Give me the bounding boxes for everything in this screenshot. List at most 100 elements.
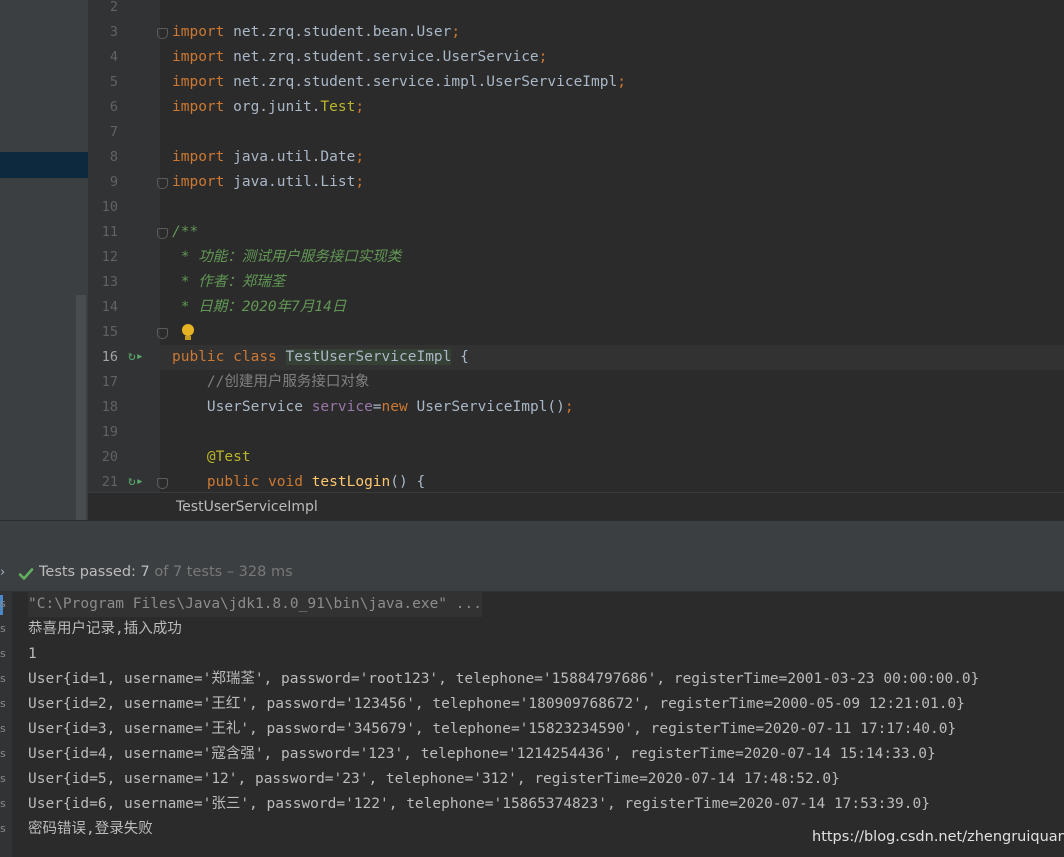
line-number[interactable]: 13 — [88, 270, 118, 295]
code-token: TestUserServiceImpl — [285, 349, 452, 365]
code-token: () { — [390, 474, 426, 490]
console-gutter-mark: s — [0, 597, 6, 610]
fold-icon[interactable] — [157, 228, 168, 239]
code-line[interactable]: public class TestUserServiceImpl { — [172, 345, 469, 370]
console-gutter-mark: s — [0, 772, 6, 785]
check-icon — [18, 568, 34, 580]
console-gutter-mark: s — [0, 647, 6, 660]
chevron-right-icon[interactable]: › — [0, 565, 5, 580]
code-line[interactable]: @Test — [172, 445, 251, 470]
line-number[interactable]: 5 — [88, 70, 118, 95]
breadcrumb-class[interactable]: TestUserServiceImpl — [176, 499, 318, 515]
line-number[interactable]: 9 — [88, 170, 118, 195]
line-number[interactable]: 3 — [88, 20, 118, 45]
console-line: User{id=3, username='王礼', password='3456… — [28, 721, 957, 737]
code-line[interactable]: import net.zrq.student.service.UserServi… — [172, 45, 547, 70]
code-token: import — [172, 24, 225, 40]
run-tool-header — [0, 520, 1064, 561]
code-token: net.zrq.student.bean.User — [224, 24, 452, 40]
code-token: = — [372, 399, 382, 415]
code-token: net.zrq.student.service.UserService — [224, 49, 539, 65]
line-number[interactable]: 18 — [88, 395, 118, 420]
code-line[interactable]: * 功能：测试用户服务接口实现类 — [172, 245, 401, 270]
line-number[interactable]: 14 — [88, 295, 118, 320]
test-status-text: Tests passed: 7 of 7 tests – 328 ms — [39, 564, 293, 580]
console-line: 密码错误,登录失败 — [28, 821, 153, 837]
code-token: org.junit. — [224, 99, 321, 115]
code-token: { — [451, 349, 469, 365]
code-line[interactable]: import java.util.List; — [172, 170, 364, 195]
code-line[interactable]: * 日期：2020年7月14日 — [172, 295, 347, 320]
code-line[interactable]: * 作者：郑瑞荃 — [172, 270, 285, 295]
console-gutter-mark: s — [0, 697, 6, 710]
code-token: * 作者：郑瑞荃 — [172, 274, 286, 290]
code-token: net.zrq.student.service.impl.UserService… — [224, 74, 618, 90]
code-line[interactable]: import net.zrq.student.service.impl.User… — [172, 70, 626, 95]
fold-icon[interactable] — [157, 28, 168, 39]
console-gutter-mark: s — [0, 722, 6, 735]
line-number[interactable]: 2 — [88, 0, 118, 20]
line-number[interactable]: 16 — [88, 345, 118, 370]
console-line: 1 — [28, 646, 37, 662]
fold-icon[interactable] — [157, 328, 168, 339]
console-command-line[interactable]: "C:\Program Files\Java\jdk1.8.0_91\bin\j… — [28, 592, 482, 617]
line-number[interactable]: 10 — [88, 195, 118, 220]
line-number[interactable]: 19 — [88, 420, 118, 445]
code-line[interactable]: import net.zrq.student.bean.User; — [172, 20, 460, 45]
status-detail: of 7 tests – 328 ms — [149, 564, 293, 580]
code-token: ; — [355, 174, 365, 190]
console-gutter-mark: s — [0, 672, 6, 685]
line-number[interactable]: 7 — [88, 120, 118, 145]
code-line[interactable]: import org.junit.Test; — [172, 95, 364, 120]
line-number[interactable]: 6 — [88, 95, 118, 120]
status-passed-count: 7 — [140, 564, 150, 580]
code-line[interactable]: import java.util.Date; — [172, 145, 364, 170]
fold-icon[interactable] — [157, 478, 168, 489]
code-line[interactable]: /** — [172, 220, 198, 245]
code-token: Test — [320, 99, 356, 115]
project-tool-window — [0, 0, 88, 520]
code-line[interactable]: //创建用户服务接口对象 — [172, 370, 369, 395]
line-number[interactable]: 4 — [88, 45, 118, 70]
project-scrollbar[interactable] — [76, 295, 86, 520]
code-token: @Test — [206, 449, 251, 465]
code-token: ; — [538, 49, 548, 65]
run-test-icon[interactable]: ↻▸ — [128, 350, 144, 364]
line-number[interactable]: 17 — [88, 370, 118, 395]
console-gutter-mark: s — [0, 797, 6, 810]
code-token: UserService — [172, 399, 312, 415]
code-token: class — [233, 349, 277, 365]
console-gutter-mark: s — [0, 747, 6, 760]
watermark: https://blog.csdn.net/zhengruiquan — [812, 829, 1064, 845]
breadcrumb[interactable]: TestUserServiceImpl — [88, 492, 1064, 521]
code-token: import — [172, 99, 225, 115]
console-gutter-mark: s — [0, 822, 6, 835]
code-token: ; — [564, 399, 574, 415]
line-number[interactable]: 11 — [88, 220, 118, 245]
run-test-icon[interactable]: ↻▸ — [128, 475, 144, 489]
code-token: java.util.List — [224, 174, 356, 190]
line-number[interactable]: 20 — [88, 445, 118, 470]
project-selected-row[interactable] — [0, 152, 88, 178]
code-token: import — [172, 149, 225, 165]
console-line: User{id=5, username='12', password='23',… — [28, 771, 840, 787]
line-number[interactable]: 15 — [88, 320, 118, 345]
line-number[interactable]: 12 — [88, 245, 118, 270]
code-token: import — [172, 74, 225, 90]
fold-icon[interactable] — [157, 178, 168, 189]
code-line[interactable]: UserService service=new UserServiceImpl(… — [172, 395, 574, 420]
code-token: new — [381, 399, 408, 415]
code-token: service — [311, 399, 373, 415]
code-token: ; — [617, 74, 626, 90]
line-number[interactable]: 8 — [88, 145, 118, 170]
lightbulb-icon[interactable] — [181, 324, 195, 342]
code-token: public — [206, 474, 260, 490]
code-token: import — [172, 49, 225, 65]
code-token: void — [268, 474, 303, 490]
